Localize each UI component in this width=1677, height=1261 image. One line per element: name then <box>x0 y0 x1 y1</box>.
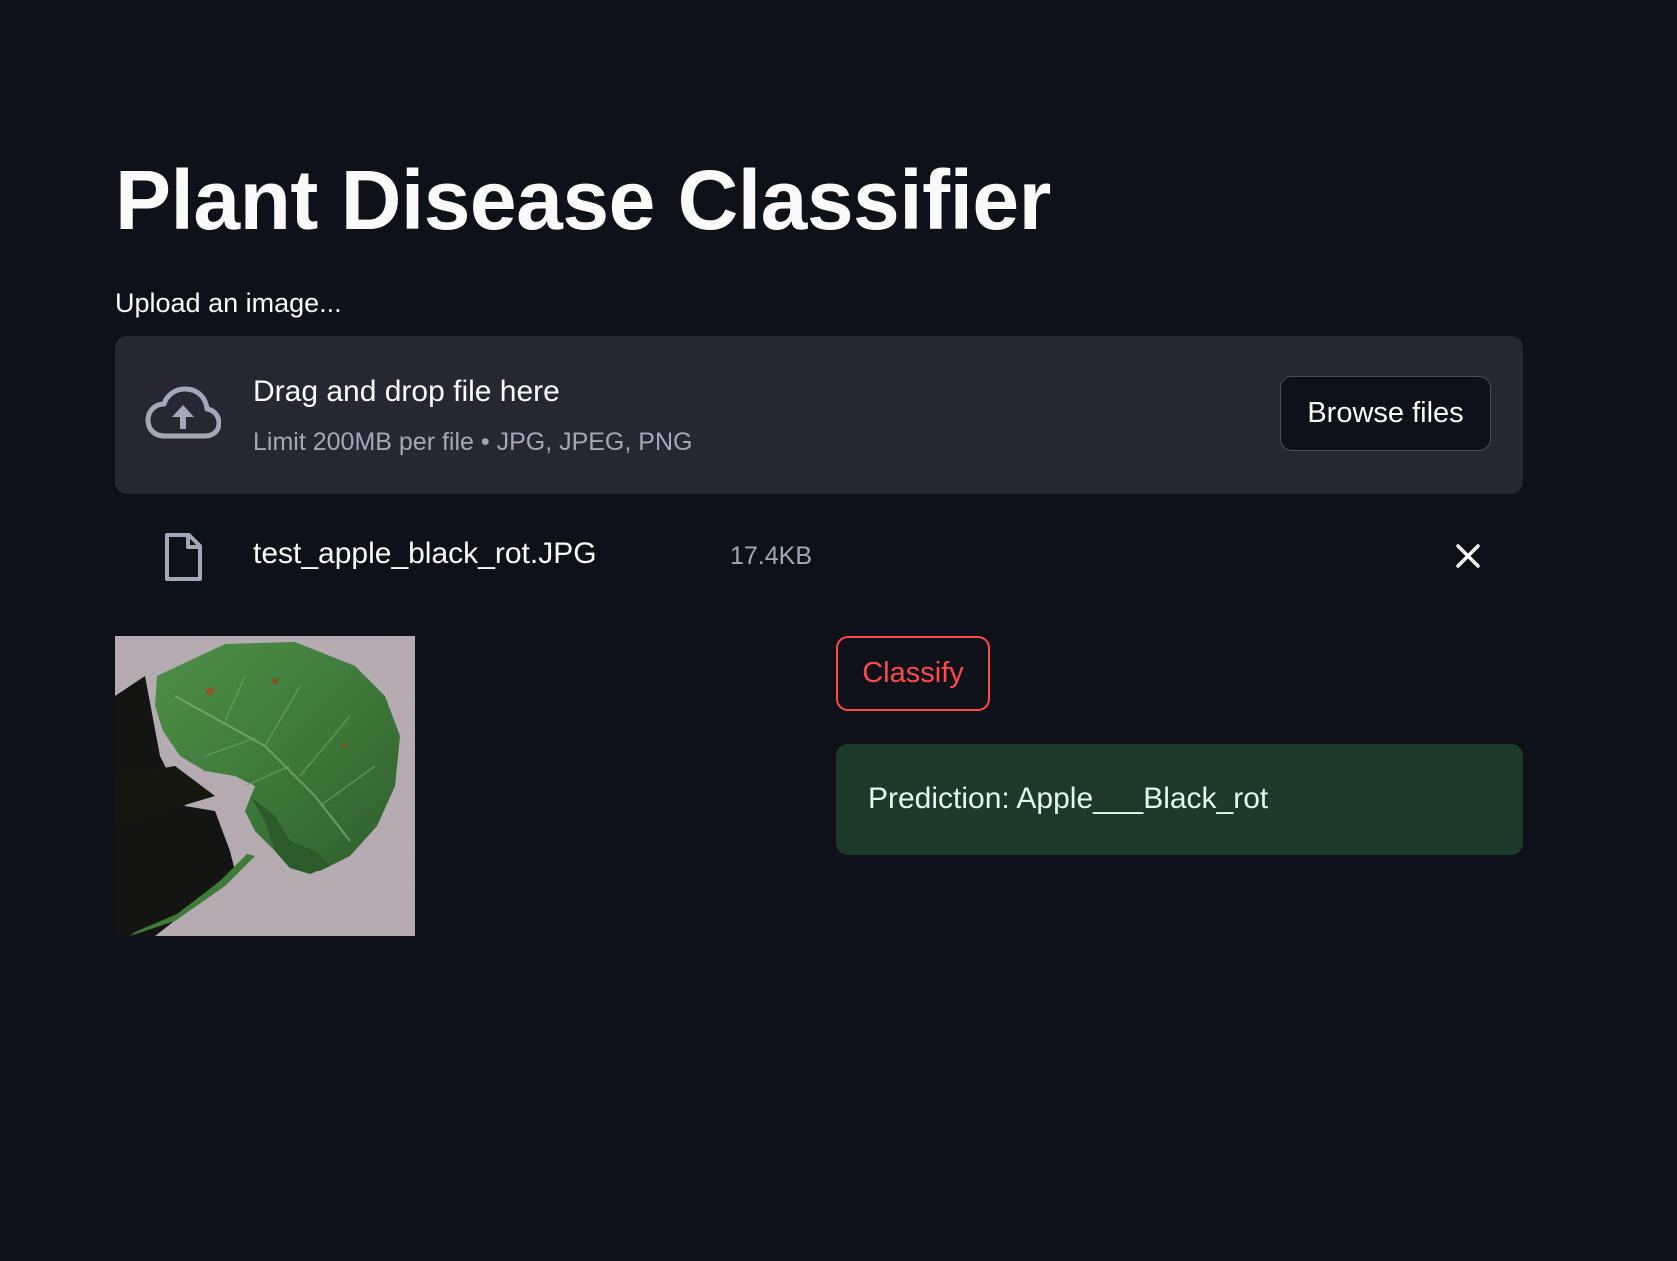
browse-files-button[interactable]: Browse files <box>1280 376 1491 451</box>
classify-button[interactable]: Classify <box>836 636 990 711</box>
uploaded-file-row: test_apple_black_rot.JPG 17.4KB <box>115 520 1523 590</box>
cloud-upload-icon <box>145 386 221 439</box>
leaf-photo <box>115 636 415 936</box>
uploaded-file-size: 17.4KB <box>730 542 813 570</box>
prediction-text: Prediction: Apple___Black_rot <box>868 782 1269 815</box>
prediction-alert: Prediction: Apple___Black_rot <box>836 744 1523 855</box>
app-page: Plant Disease Classifier Upload an image… <box>0 0 1677 1261</box>
uploaded-file-name: test_apple_black_rot.JPG <box>253 537 597 570</box>
dropzone-limit-text: Limit 200MB per file • JPG, JPEG, PNG <box>253 428 693 456</box>
file-dropzone[interactable]: Drag and drop file here Limit 200MB per … <box>115 336 1523 494</box>
uploader-label: Upload an image... <box>115 288 342 318</box>
close-icon[interactable] <box>1450 538 1486 574</box>
file-icon <box>165 533 202 581</box>
dropzone-title: Drag and drop file here <box>253 375 560 408</box>
page-title: Plant Disease Classifier <box>115 153 1051 247</box>
leaf-image <box>115 636 415 936</box>
